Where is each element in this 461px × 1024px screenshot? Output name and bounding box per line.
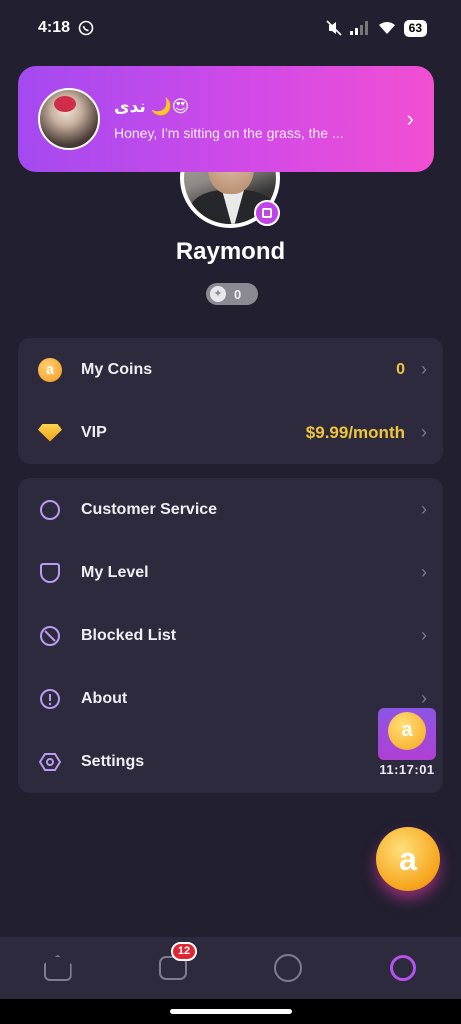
notification-message: Honey, I'm sitting on the grass, the ... — [114, 125, 344, 141]
treasure-timer: 11:17:01 — [379, 762, 435, 777]
unread-badge: 12 — [170, 942, 198, 961]
menu-item-vip[interactable]: VIP $9.99/month › — [18, 401, 443, 464]
menu-item-label: VIP — [81, 423, 107, 441]
level-badge: ✦ 0 — [206, 283, 258, 305]
menu-item-label: Customer Service — [81, 500, 218, 518]
nav-messages[interactable]: 12 — [153, 942, 198, 988]
level-badge-count: 0 — [234, 286, 242, 302]
profile-icon — [390, 955, 417, 981]
nav-me[interactable] — [383, 948, 423, 988]
menu-item-label: Blocked List — [81, 626, 177, 644]
status-bar: 4:18 63 — [0, 0, 461, 56]
home-icon — [43, 955, 72, 981]
star-icon: ✦ — [210, 286, 226, 302]
wifi-icon — [378, 22, 395, 34]
menu-item-label: My Level — [81, 563, 149, 581]
wallet-card: a My Coins 0 › VIP $9.99/month › — [18, 338, 443, 464]
settings-icon — [38, 750, 62, 774]
menu-item-my-level[interactable]: My Level › — [18, 541, 443, 604]
info-icon — [38, 687, 62, 711]
treasure-chest-button[interactable]: a 11:17:01 — [374, 702, 440, 780]
mute-icon — [326, 20, 342, 36]
status-time: 4:18 — [38, 19, 71, 36]
home-indicator — [0, 999, 461, 1024]
notification-sender: ندى 🌙😍 — [114, 97, 190, 116]
signal-icon — [349, 21, 368, 35]
sender-avatar — [38, 88, 100, 150]
menu-item-blocked-list[interactable]: Blocked List › — [18, 604, 443, 667]
vip-price: $9.99/month — [305, 422, 405, 442]
whatsapp-icon — [78, 20, 94, 36]
coin-icon: a — [38, 357, 62, 382]
nav-home[interactable] — [38, 948, 78, 988]
level-shield-icon — [38, 561, 62, 585]
chevron-right-icon: › — [421, 359, 427, 379]
bottom-nav: 12 — [0, 937, 461, 999]
chevron-right-icon: › — [406, 106, 414, 131]
coin-icon: a — [388, 712, 426, 750]
edit-profile-icon[interactable] — [254, 200, 280, 226]
coins-balance: 0 — [396, 360, 405, 378]
battery-icon: 63 — [403, 19, 427, 37]
chevron-right-icon: › — [421, 625, 427, 645]
customer-service-icon — [38, 498, 62, 522]
menu-item-label: About — [81, 689, 128, 707]
diamond-icon — [38, 421, 62, 445]
chevron-right-icon: › — [421, 499, 427, 519]
blocked-icon — [38, 624, 62, 648]
profile-username: Raymond — [175, 238, 286, 265]
nav-play[interactable] — [268, 948, 308, 988]
menu-item-label: My Coins — [81, 360, 153, 378]
chevron-right-icon: › — [421, 422, 427, 442]
play-icon — [274, 954, 303, 982]
chevron-right-icon: › — [421, 562, 427, 582]
menu-item-customer-service[interactable]: Customer Service › — [18, 478, 443, 541]
floating-coin-button[interactable]: a — [376, 827, 440, 891]
message-notification[interactable]: ندى 🌙😍 Honey, I'm sitting on the grass, … — [18, 66, 434, 172]
menu-item-my-coins[interactable]: a My Coins 0 › — [18, 338, 443, 401]
